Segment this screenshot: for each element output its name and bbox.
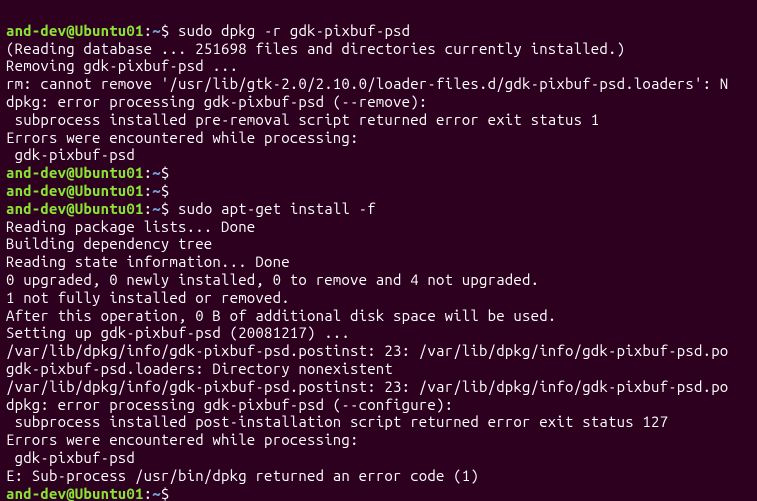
- output-line: subprocess installed post-installation s…: [6, 413, 668, 430]
- prompt-user: and-dev@Ubuntu01: [6, 182, 144, 199]
- output-line: (Reading database ... 251698 files and d…: [6, 40, 625, 57]
- output-line: Setting up gdk-pixbuf-psd (20081217) ...: [6, 324, 350, 341]
- prompt-user: and-dev@Ubuntu01: [6, 164, 144, 181]
- prompt-path: ~: [152, 164, 161, 181]
- prompt-line-5[interactable]: and-dev@Ubuntu01:~$: [6, 485, 169, 501]
- output-line: /var/lib/dpkg/info/gdk-pixbuf-psd.postin…: [6, 342, 728, 359]
- output-line: Errors were encountered while processing…: [6, 129, 359, 146]
- prompt-path: ~: [152, 485, 161, 501]
- output-line: /var/lib/dpkg/info/gdk-pixbuf-psd.postin…: [6, 378, 728, 395]
- prompt-end: $: [161, 485, 170, 501]
- command-1: sudo dpkg -r gdk-pixbuf-psd: [178, 22, 410, 39]
- output-line: Reading package lists... Done: [6, 218, 255, 235]
- command-4: sudo apt-get install -f: [178, 200, 376, 217]
- prompt-line-4: and-dev@Ubuntu01:~$ sudo apt-get install…: [6, 200, 376, 217]
- output-line: gdk-pixbuf-psd: [6, 449, 135, 466]
- prompt-end: $: [161, 164, 170, 181]
- output-line: rm: cannot remove '/usr/lib/gtk-2.0/2.10…: [6, 75, 728, 92]
- output-line: gdk-pixbuf-psd: [6, 146, 135, 163]
- terminal-window[interactable]: and-dev@Ubuntu01:~$ sudo dpkg -r gdk-pix…: [0, 0, 757, 501]
- prompt-path: ~: [152, 22, 161, 39]
- output-line: gdk-pixbuf-psd.loaders: Directory nonexi…: [6, 360, 393, 377]
- prompt-sep: :: [144, 164, 153, 181]
- prompt-user: and-dev@Ubuntu01: [6, 485, 144, 501]
- prompt-line-2: and-dev@Ubuntu01:~$: [6, 164, 169, 181]
- output-line: E: Sub-process /usr/bin/dpkg returned an…: [6, 467, 479, 484]
- prompt-user: and-dev@Ubuntu01: [6, 22, 144, 39]
- output-line: Removing gdk-pixbuf-psd ...: [6, 57, 238, 74]
- prompt-path: ~: [152, 182, 161, 199]
- prompt-line-1: and-dev@Ubuntu01:~$ sudo dpkg -r gdk-pix…: [6, 22, 410, 39]
- prompt-sep: :: [144, 485, 153, 501]
- prompt-end: $: [161, 182, 170, 199]
- output-line: dpkg: error processing gdk-pixbuf-psd (-…: [6, 396, 453, 413]
- prompt-sep: :: [144, 182, 153, 199]
- output-line: Building dependency tree: [6, 235, 212, 252]
- prompt-path: ~: [152, 200, 161, 217]
- output-line: 1 not fully installed or removed.: [6, 289, 290, 306]
- output-line: 0 upgraded, 0 newly installed, 0 to remo…: [6, 271, 539, 288]
- output-line: After this operation, 0 B of additional …: [6, 307, 556, 324]
- output-line: dpkg: error processing gdk-pixbuf-psd (-…: [6, 93, 427, 110]
- prompt-end: $: [161, 200, 170, 217]
- prompt-sep: :: [144, 22, 153, 39]
- output-line: Reading state information... Done: [6, 253, 290, 270]
- output-line: Errors were encountered while processing…: [6, 431, 359, 448]
- prompt-line-3: and-dev@Ubuntu01:~$: [6, 182, 169, 199]
- prompt-sep: :: [144, 200, 153, 217]
- prompt-user: and-dev@Ubuntu01: [6, 200, 144, 217]
- output-line: subprocess installed pre-removal script …: [6, 111, 599, 128]
- prompt-end: $: [161, 22, 170, 39]
